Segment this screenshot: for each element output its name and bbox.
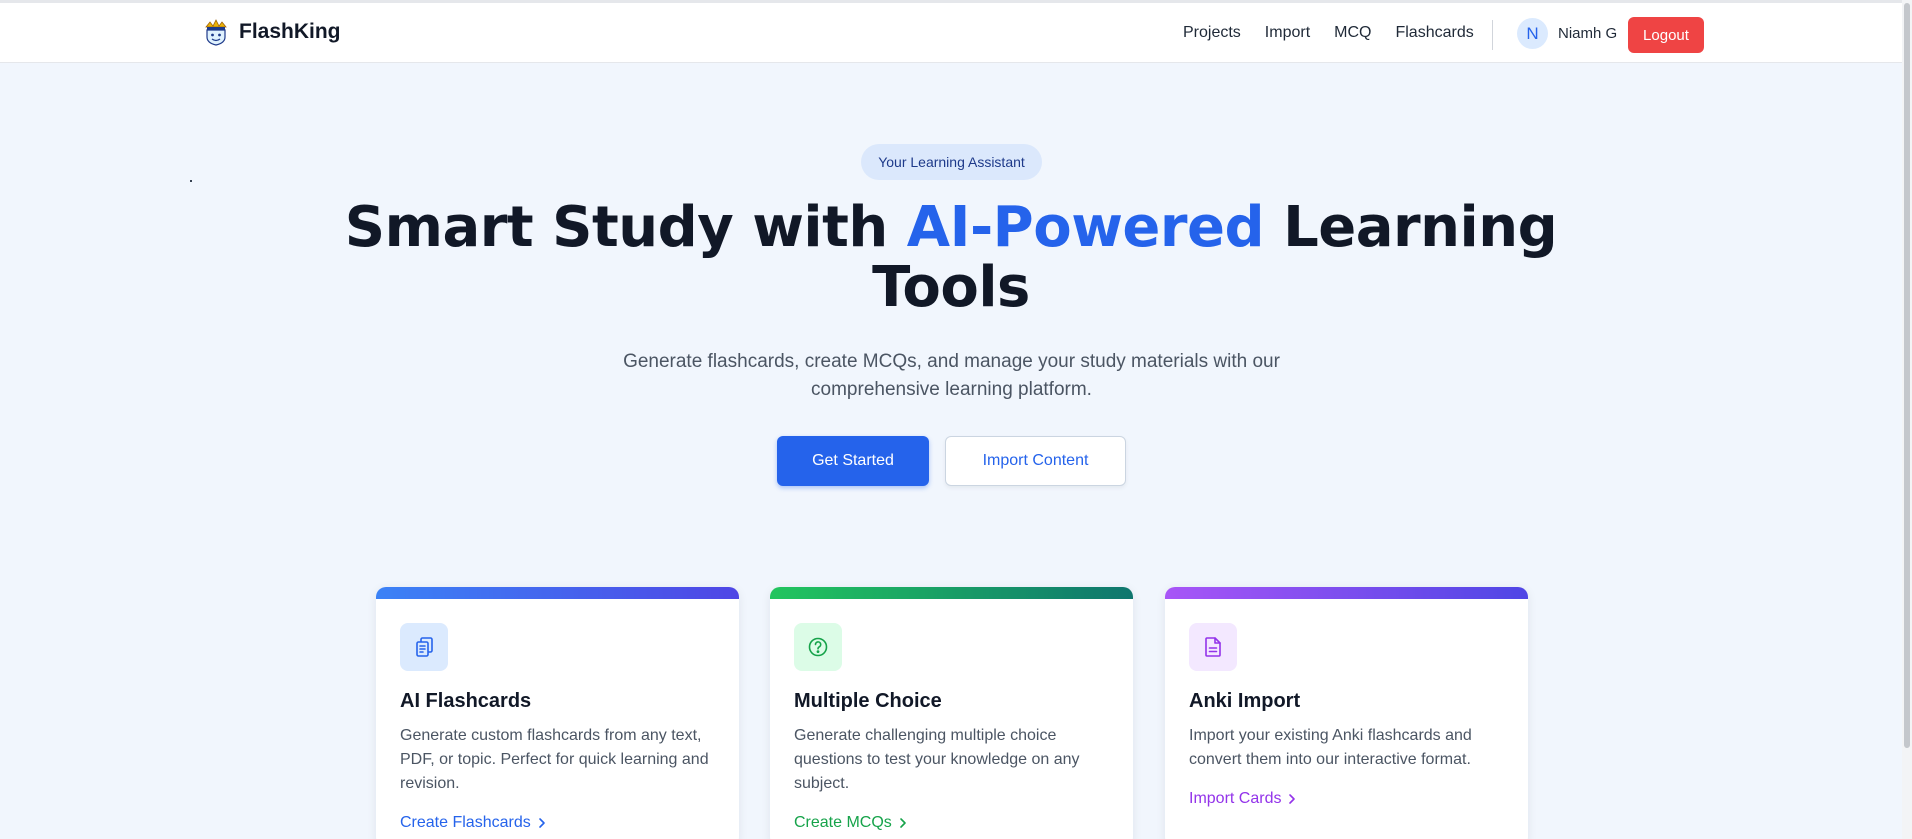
card-title: AI Flashcards	[400, 690, 532, 712]
chevron-right-icon	[1289, 794, 1296, 804]
flashcards-icon	[400, 623, 448, 671]
nav-projects[interactable]: Projects	[1183, 24, 1241, 42]
document-icon	[1189, 623, 1237, 671]
question-circle-icon	[794, 623, 842, 671]
user-avatar[interactable]: N	[1517, 18, 1548, 49]
get-started-button[interactable]: Get Started	[777, 436, 929, 486]
card-description: Generate custom flashcards from any text…	[400, 727, 709, 792]
hero-title: Smart Study with AI-Powered Learning Too…	[330, 198, 1572, 318]
logout-button[interactable]: Logout	[1628, 17, 1704, 53]
card-title: Anki Import	[1189, 690, 1301, 712]
card-link-label: Create Flashcards	[400, 814, 531, 831]
hero-badge: Your Learning Assistant	[861, 144, 1042, 180]
nav-mcq[interactable]: MCQ	[1334, 24, 1371, 42]
main-nav: Projects Import MCQ Flashcards	[1183, 24, 1474, 42]
nav-flashcards[interactable]: Flashcards	[1395, 24, 1473, 42]
stray-dot	[190, 180, 192, 182]
feature-card-anki: Anki Import Import your existing Anki fl…	[1165, 587, 1528, 839]
card-link-label: Import Cards	[1189, 790, 1282, 807]
chevron-right-icon	[899, 818, 906, 828]
card-description: Generate challenging multiple choice que…	[794, 727, 1080, 792]
user-name: Niamh G	[1558, 25, 1618, 42]
chevron-right-icon	[538, 818, 545, 828]
brand[interactable]: FlashKing	[203, 18, 341, 46]
card-accent-bar	[1165, 587, 1528, 599]
nav-divider	[1492, 20, 1493, 50]
crown-logo-icon	[205, 19, 227, 46]
feature-card-flashcards: AI Flashcards Generate custom flashcards…	[376, 587, 739, 839]
feature-card-mcq: Multiple Choice Generate challenging mul…	[770, 587, 1133, 839]
nav-import[interactable]: Import	[1265, 24, 1310, 42]
brand-name: FlashKing	[239, 20, 341, 43]
card-description: Import your existing Anki flashcards and…	[1189, 727, 1472, 768]
card-accent-bar	[376, 587, 739, 599]
card-link-label: Create MCQs	[794, 814, 892, 831]
create-flashcards-link[interactable]: Create Flashcards	[400, 814, 547, 832]
card-accent-bar	[770, 587, 1133, 599]
navbar: FlashKing Projects Import MCQ Flashcards…	[0, 3, 1902, 63]
card-title: Multiple Choice	[794, 690, 942, 712]
import-content-button[interactable]: Import Content	[945, 436, 1126, 486]
hero-title-accent: AI-Powered	[906, 195, 1265, 260]
import-cards-link[interactable]: Import Cards	[1189, 790, 1297, 808]
scrollbar-thumb[interactable]	[1904, 3, 1910, 748]
hero-subtitle: Generate flashcards, create MCQs, and ma…	[623, 351, 1280, 400]
hero-title-part1: Smart Study with	[344, 195, 907, 260]
create-mcqs-link[interactable]: Create MCQs	[794, 814, 908, 832]
